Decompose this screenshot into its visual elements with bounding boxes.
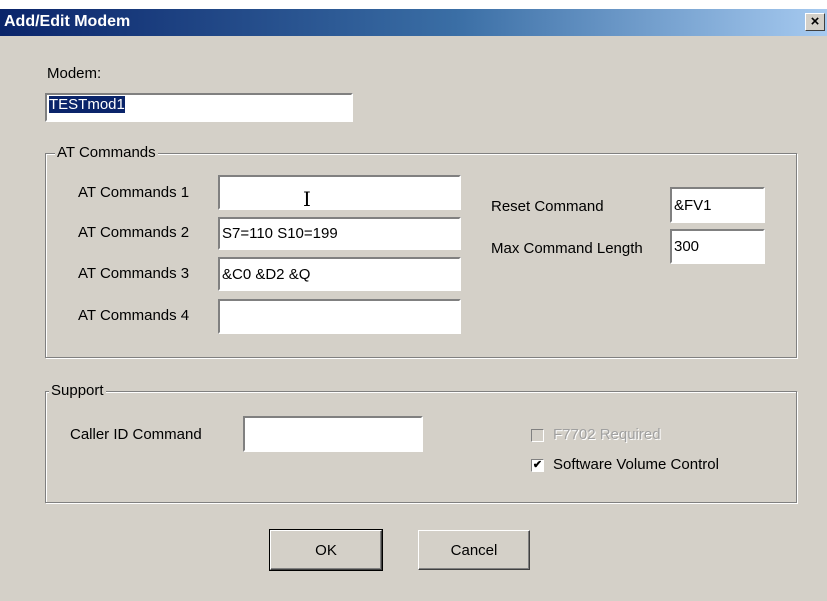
caller-id-label: Caller ID Command (70, 426, 202, 443)
max-command-length-input[interactable] (670, 229, 765, 264)
at-commands-1-label: AT Commands 1 (78, 184, 190, 201)
at-commands-4-input[interactable] (218, 299, 461, 334)
at-commands-1-input[interactable] (218, 175, 461, 210)
close-icon: × (810, 13, 820, 30)
reset-command-input[interactable] (670, 187, 765, 223)
modem-label: Modem: (47, 65, 102, 82)
i-beam-cursor-icon: I (303, 187, 311, 211)
title-bar: Add/Edit Modem × (0, 9, 827, 36)
max-command-length-label: Max Command Length (491, 240, 643, 257)
ok-button[interactable]: OK (269, 529, 383, 571)
reset-command-label: Reset Command (491, 198, 604, 215)
window-title: Add/Edit Modem (4, 13, 131, 30)
cancel-button[interactable]: Cancel (418, 530, 530, 570)
modem-name-value: TESTmod1 (49, 96, 125, 113)
checkmark-icon: ✔ (532, 459, 543, 471)
f7702-required-label: F7702 Required (553, 426, 661, 443)
caller-id-input[interactable] (243, 416, 423, 452)
background-window-strip (0, 0, 827, 9)
at-commands-4-label: AT Commands 4 (78, 307, 190, 324)
software-volume-control-checkbox[interactable]: ✔ (531, 459, 544, 472)
at-commands-legend: AT Commands (55, 144, 158, 161)
at-commands-2-label: AT Commands 2 (78, 224, 190, 241)
modem-name-field[interactable]: TESTmod1 (45, 93, 353, 122)
at-commands-3-label: AT Commands 3 (78, 265, 190, 282)
software-volume-control-label: Software Volume Control (553, 456, 719, 473)
f7702-required-checkbox[interactable] (531, 429, 544, 442)
close-button[interactable]: × (805, 13, 825, 31)
at-commands-2-input[interactable] (218, 217, 461, 250)
at-commands-3-input[interactable] (218, 257, 461, 291)
support-legend: Support (49, 382, 106, 399)
